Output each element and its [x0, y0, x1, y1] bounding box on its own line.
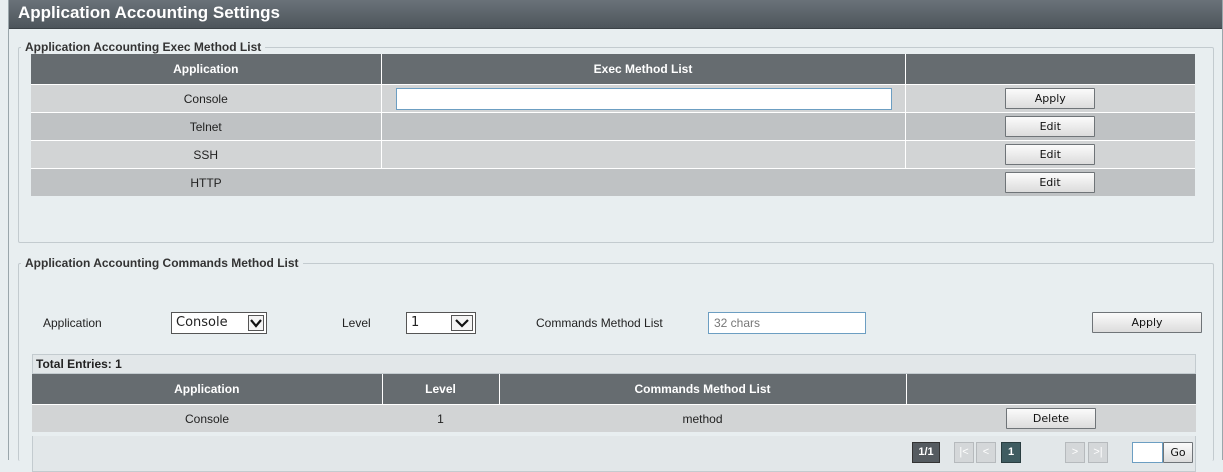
- level-select-value: 1: [411, 315, 420, 330]
- cell-commands-method: method: [499, 404, 906, 432]
- last-page-button[interactable]: >|: [1088, 442, 1108, 463]
- chevron-down-icon: [451, 315, 473, 331]
- col-header-action: [906, 374, 1196, 405]
- current-page-button[interactable]: 1: [1001, 442, 1021, 463]
- commands-method-list-label: Commands Method List: [536, 316, 663, 330]
- table-row: Console Apply: [31, 84, 1195, 113]
- exec-section-legend: Application Accounting Exec Method List: [25, 40, 262, 54]
- first-page-button[interactable]: |<: [954, 442, 974, 463]
- pagination-bar: 1/1 |< < 1 > >| Go: [32, 436, 1196, 472]
- cell-exec-method: [381, 84, 906, 113]
- cell-action: Edit: [905, 112, 1195, 141]
- page-title: Application Accounting Settings: [9, 0, 1222, 29]
- table-row: Console 1 method Delete: [32, 404, 1196, 432]
- table-row: HTTP Edit: [31, 168, 1195, 196]
- cell-level: 1: [382, 404, 499, 432]
- level-label: Level: [342, 316, 371, 330]
- commands-form-row: Application Console Level 1 Commands Met…: [19, 312, 1213, 334]
- application-select-value: Console: [176, 315, 228, 330]
- cell-application: HTTP: [31, 168, 381, 196]
- chevron-down-icon: [248, 315, 264, 331]
- edit-button[interactable]: Edit: [1005, 116, 1096, 137]
- level-select[interactable]: 1: [406, 312, 476, 334]
- application-select[interactable]: Console: [171, 312, 267, 334]
- col-header-commands-method-list: Commands Method List: [499, 374, 907, 405]
- cmd-section-legend: Application Accounting Commands Method L…: [25, 256, 299, 270]
- commands-method-list-section: Application Accounting Commands Method L…: [18, 256, 1214, 472]
- page-number-input[interactable]: [1132, 442, 1163, 463]
- apply-button[interactable]: Apply: [1005, 88, 1096, 109]
- edit-button[interactable]: Edit: [1005, 172, 1095, 193]
- cell-action: Edit: [905, 140, 1195, 169]
- cell-exec-method: [381, 140, 906, 169]
- col-header-exec-method-list: Exec Method List: [381, 54, 906, 85]
- commands-method-table: Application Level Commands Method List C…: [32, 374, 1196, 432]
- cell-exec-method: [381, 168, 905, 196]
- cell-application: Telnet: [31, 112, 382, 141]
- table-row: SSH Edit: [31, 140, 1195, 169]
- next-page-button[interactable]: >: [1065, 442, 1085, 463]
- cell-application: Console: [32, 404, 382, 432]
- delete-button[interactable]: Delete: [1006, 408, 1096, 429]
- cell-action: Apply: [905, 84, 1195, 113]
- go-button[interactable]: Go: [1163, 442, 1193, 463]
- application-label: Application: [43, 316, 102, 330]
- cell-action: Edit: [905, 168, 1195, 196]
- exec-method-table: Application Exec Method List Console App…: [31, 54, 1195, 196]
- col-header-action: [905, 54, 1195, 85]
- col-header-application: Application: [32, 374, 383, 405]
- edit-button[interactable]: Edit: [1005, 144, 1096, 165]
- application-accounting-settings-page: Application Accounting Settings Applicat…: [8, 0, 1223, 472]
- prev-page-button[interactable]: <: [976, 442, 996, 463]
- table-row: Telnet Edit: [31, 112, 1195, 141]
- page-count: 1/1: [912, 442, 940, 463]
- cell-application: SSH: [31, 140, 382, 169]
- col-header-application: Application: [31, 54, 382, 85]
- commands-method-list-input[interactable]: [708, 312, 866, 334]
- cell-exec-method: [381, 112, 906, 141]
- total-entries: Total Entries: 1: [32, 354, 1196, 374]
- apply-button[interactable]: Apply: [1092, 312, 1202, 333]
- cell-action: Delete: [906, 404, 1196, 432]
- cell-application: Console: [31, 84, 382, 113]
- col-header-level: Level: [382, 374, 500, 405]
- exec-method-input[interactable]: [395, 87, 892, 110]
